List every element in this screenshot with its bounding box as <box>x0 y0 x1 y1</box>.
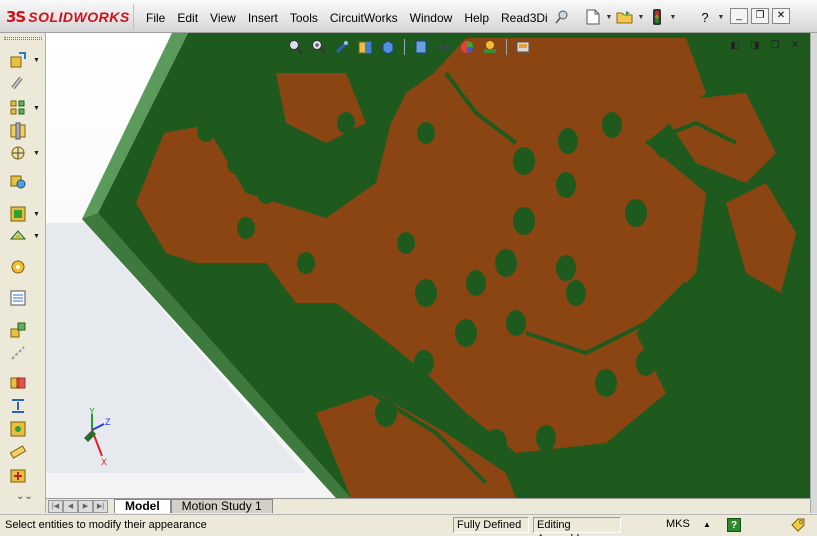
menu-separator <box>133 4 134 30</box>
toolbar-gap <box>679 6 693 28</box>
new-document-icon[interactable] <box>583 6 603 28</box>
main-menu: File Edit View Insert Tools CircuitWorks… <box>140 10 554 26</box>
window-controls: _ ❐ ✕ <box>730 8 790 24</box>
linear-component-pattern-icon[interactable] <box>8 98 28 118</box>
triad-z-label: Z <box>105 417 111 427</box>
show-hidden-components-icon[interactable] <box>8 171 28 191</box>
new-motion-study-icon[interactable] <box>8 257 28 277</box>
logo-text: SOLIDWORKS <box>28 9 130 25</box>
unit-system-dropdown-icon[interactable]: ▲ <box>703 520 711 529</box>
apply-scene-icon[interactable] <box>480 38 500 56</box>
tag-icon[interactable] <box>790 517 806 533</box>
smart-fasteners-icon[interactable] <box>8 121 28 141</box>
insert-components-icon[interactable] <box>8 50 28 70</box>
more-tools-icon[interactable]: ⌄⌄ <box>16 491 33 502</box>
mass-properties-icon[interactable] <box>8 465 28 485</box>
help-icon[interactable]: ? <box>695 6 715 28</box>
zoom-to-area-icon[interactable] <box>309 38 329 56</box>
toolbar-grip[interactable] <box>4 37 42 40</box>
pin-menu-icon[interactable] <box>555 9 569 25</box>
pattern-dropdown-icon[interactable]: ▼ <box>33 105 40 112</box>
first-tab-icon[interactable]: |◀ <box>48 500 63 513</box>
tab-navigation: |◀ ◀ ▶ ▶| <box>48 500 108 513</box>
menu-edit[interactable]: Edit <box>171 10 204 26</box>
assembly-toolbar: ▼ ▼ ▼ ▼ ▼ ⌄⌄ <box>0 33 46 513</box>
solidworks-logo[interactable]: 3S SOLIDWORKS <box>6 7 130 27</box>
tile-right-icon[interactable]: ◨ <box>748 40 762 52</box>
solidworks-window: 3S SOLIDWORKS File Edit View Insert Tool… <box>0 0 817 536</box>
clearance-verification-icon[interactable] <box>8 396 28 416</box>
zoom-to-fit-icon[interactable] <box>286 38 306 56</box>
triad-x-label: X <box>101 457 107 467</box>
tab-motion-study-1[interactable]: Motion Study 1 <box>170 499 273 513</box>
menu-bar: 3S SOLIDWORKS File Edit View Insert Tool… <box>0 0 817 33</box>
open-dropdown-icon[interactable]: ▼ <box>637 14 645 21</box>
tile-left-icon[interactable]: ◧ <box>728 40 742 52</box>
mate-icon[interactable] <box>8 73 28 93</box>
model-tabs: |◀ ◀ ▶ ▶| Model Motion Study 1 <box>46 498 810 513</box>
quick-tips-help-icon[interactable]: ? <box>727 518 741 532</box>
interference-detection-icon[interactable] <box>8 373 28 393</box>
graphics-area[interactable]: ◧ ◨ ❐ ✕ Y Z X <box>46 33 810 498</box>
close-icon[interactable]: ✕ <box>772 8 790 24</box>
insert-components-dropdown-icon[interactable]: ▼ <box>33 57 40 64</box>
assembly-features-icon[interactable] <box>8 204 28 224</box>
status-message: Select entities to modify their appearan… <box>5 519 207 531</box>
menu-tools[interactable]: Tools <box>284 10 324 26</box>
hole-alignment-icon[interactable] <box>8 419 28 439</box>
tab-model[interactable]: Model <box>114 499 171 513</box>
viewport-restore-icon[interactable]: ❐ <box>768 40 782 52</box>
reference-dropdown-icon[interactable]: ▼ <box>33 233 40 240</box>
display-style-icon[interactable] <box>411 38 431 56</box>
menu-view[interactable]: View <box>204 10 242 26</box>
menu-help[interactable]: Help <box>458 10 495 26</box>
menu-read3di[interactable]: Read3Di <box>495 10 554 26</box>
restore-icon[interactable]: ❐ <box>751 8 769 24</box>
open-folder-icon[interactable] <box>615 6 635 28</box>
view-orientation-icon[interactable] <box>378 38 398 56</box>
logo-mark: 3S <box>6 8 26 26</box>
features-dropdown-icon[interactable]: ▼ <box>33 211 40 218</box>
menu-file[interactable]: File <box>140 10 171 26</box>
help-dropdown-icon[interactable]: ▼ <box>717 14 725 21</box>
minimize-icon[interactable]: _ <box>730 8 748 24</box>
new-dropdown-icon[interactable]: ▼ <box>605 14 613 21</box>
quick-access-toolbar: ▼ ▼ ▼ ? ▼ <box>583 6 725 28</box>
measure-icon[interactable] <box>8 442 28 462</box>
menu-insert[interactable]: Insert <box>242 10 284 26</box>
move-dropdown-icon[interactable]: ▼ <box>33 150 40 157</box>
menu-circuitworks[interactable]: CircuitWorks <box>324 10 404 26</box>
triad-y-label: Y <box>89 408 95 416</box>
status-bar: Select entities to modify their appearan… <box>0 514 817 536</box>
move-component-icon[interactable] <box>8 143 28 163</box>
previous-view-icon[interactable] <box>332 38 352 56</box>
definition-status: Fully Defined <box>453 517 529 533</box>
toolbar-separator <box>506 39 507 55</box>
reference-geometry-icon[interactable] <box>8 226 28 246</box>
reference-triad[interactable]: Y Z X <box>74 408 124 468</box>
edit-appearance-icon[interactable] <box>457 38 477 56</box>
explode-line-sketch-icon[interactable] <box>8 343 28 363</box>
exploded-view-icon[interactable] <box>8 320 28 340</box>
traffic-light-icon[interactable] <box>647 6 667 28</box>
editing-mode-status: Editing Assembly <box>533 517 621 536</box>
section-view-icon[interactable] <box>355 38 375 56</box>
pcb-model[interactable] <box>46 33 810 498</box>
viewport-close-icon[interactable]: ✕ <box>788 40 802 52</box>
menu-window[interactable]: Window <box>404 10 459 26</box>
viewport-controls: ◧ ◨ ❐ ✕ <box>728 40 802 52</box>
toolbar-separator <box>404 39 405 55</box>
hide-show-icon[interactable] <box>434 38 454 56</box>
next-tab-icon[interactable]: ▶ <box>78 500 93 513</box>
bill-of-materials-icon[interactable] <box>8 288 28 308</box>
view-settings-icon[interactable] <box>513 38 533 56</box>
heads-up-view-toolbar <box>286 38 533 56</box>
previous-tab-icon[interactable]: ◀ <box>63 500 78 513</box>
rebuild-dropdown-icon[interactable]: ▼ <box>669 14 677 21</box>
last-tab-icon[interactable]: ▶| <box>93 500 108 513</box>
right-edge-strip <box>810 33 817 513</box>
